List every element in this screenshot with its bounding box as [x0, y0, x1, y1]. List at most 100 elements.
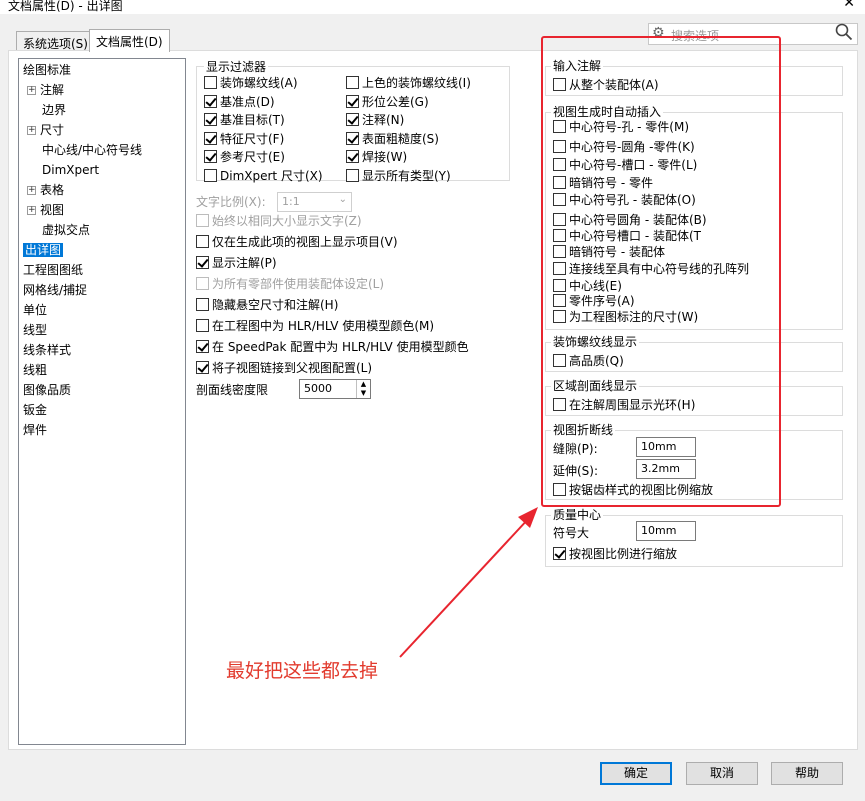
checkbox-box[interactable]: [204, 76, 217, 89]
tree-item[interactable]: 边界: [29, 101, 66, 119]
tree-item[interactable]: 图像品质: [23, 381, 71, 399]
category-tree[interactable]: 绘图标准 + 注解 边界 + 尺寸 中心线/中心符号线 DimXpert + 表格 + 视图 虚拟交点出…: [18, 58, 186, 745]
filter-checkbox[interactable]: 基准点(D): [204, 94, 275, 110]
tree-item[interactable]: 线型: [23, 321, 47, 339]
auto-insert-checkbox[interactable]: 中心线(E): [553, 278, 622, 294]
checkbox-box[interactable]: [553, 294, 566, 307]
tree-item[interactable]: + 表格: [27, 181, 64, 199]
checkbox-box[interactable]: [346, 76, 359, 89]
option-checkbox[interactable]: 隐藏悬空尺寸和注解(H): [196, 297, 338, 313]
checkbox-box[interactable]: [204, 150, 217, 163]
ok-button[interactable]: 确定: [600, 762, 672, 785]
tab-document-properties[interactable]: 文档属性(D): [89, 29, 170, 52]
tree-item[interactable]: 钣金: [23, 401, 47, 419]
tree-item[interactable]: 线条样式: [23, 341, 71, 359]
checkbox-box[interactable]: [204, 94, 217, 108]
tree-item[interactable]: 虚拟交点: [29, 221, 90, 239]
checkbox-box[interactable]: [553, 213, 566, 226]
option-checkbox[interactable]: 显示注解(P): [196, 255, 277, 271]
checkbox-box[interactable]: [553, 140, 566, 153]
tree-item[interactable]: 网格线/捕捉: [23, 281, 87, 299]
checkbox-box[interactable]: [553, 354, 566, 367]
option-checkbox[interactable]: 为所有零部件使用装配体设定(L): [196, 276, 384, 292]
auto-insert-checkbox[interactable]: 中心符号槽口 - 装配体(T: [553, 228, 701, 244]
auto-insert-checkbox[interactable]: 为工程图标注的尺寸(W): [553, 309, 698, 325]
option-checkbox[interactable]: 在工程图中为 HLR/HLV 使用模型颜色(M): [196, 318, 434, 334]
import-assembly-checkbox[interactable]: 从整个装配体(A): [553, 77, 659, 93]
option-checkbox[interactable]: 仅在生成此项的视图上显示项目(V): [196, 234, 398, 250]
tree-item[interactable]: 线粗: [23, 361, 47, 379]
option-checkbox[interactable]: 在 SpeedPak 配置中为 HLR/HLV 使用模型颜色: [196, 339, 469, 355]
search-icon[interactable]: [835, 23, 853, 41]
checkbox-box[interactable]: [196, 214, 209, 227]
checkbox-box[interactable]: [553, 176, 566, 189]
mass-size-input[interactable]: 10mm: [636, 521, 696, 541]
checkbox-box[interactable]: [196, 256, 209, 269]
checkbox-box[interactable]: [196, 298, 209, 311]
auto-insert-checkbox[interactable]: 中心符号圆角 - 装配体(B): [553, 212, 707, 228]
filter-checkbox[interactable]: DimXpert 尺寸(X): [204, 168, 323, 184]
auto-insert-checkbox[interactable]: 中心符号-圆角 -零件(K): [553, 139, 695, 155]
halo-checkbox[interactable]: 在注解周围显示光环(H): [553, 397, 695, 413]
checkbox-box[interactable]: [553, 547, 566, 560]
filter-checkbox[interactable]: 显示所有类型(Y): [346, 168, 451, 184]
option-checkbox[interactable]: 将子视图链接到父视图配置(L): [196, 360, 372, 376]
filter-checkbox[interactable]: 装饰螺纹线(A): [204, 75, 298, 91]
checkbox-box[interactable]: [553, 193, 566, 206]
hatch-density-input[interactable]: 5000 ▲ ▼: [299, 379, 371, 399]
filter-checkbox[interactable]: 参考尺寸(E): [204, 149, 285, 165]
checkbox-box[interactable]: [196, 277, 209, 290]
checkbox-box[interactable]: [346, 94, 359, 108]
checkbox-box[interactable]: [553, 229, 566, 242]
filter-checkbox[interactable]: 特征尺寸(F): [204, 131, 284, 147]
tab-system-options[interactable]: 系统选项(S): [16, 31, 95, 52]
tree-item[interactable]: + 视图: [27, 201, 64, 219]
checkbox-box[interactable]: [553, 310, 566, 323]
tree-item[interactable]: 出详图: [23, 241, 64, 259]
checkbox-box[interactable]: [553, 398, 566, 411]
expand-icon[interactable]: +: [27, 86, 36, 95]
checkbox-box[interactable]: [553, 245, 566, 258]
expand-icon[interactable]: +: [27, 126, 36, 135]
tree-item[interactable]: + 注解: [27, 81, 64, 99]
zigzag-scale-checkbox[interactable]: 按锯齿样式的视图比例缩放: [553, 482, 713, 498]
auto-insert-checkbox[interactable]: 零件序号(A): [553, 293, 635, 309]
expand-icon[interactable]: +: [27, 206, 36, 215]
expand-icon[interactable]: +: [27, 186, 36, 195]
checkbox-box[interactable]: [196, 340, 209, 353]
help-button[interactable]: 帮助: [771, 762, 843, 785]
tree-item[interactable]: 焊件: [23, 421, 47, 439]
filter-checkbox[interactable]: 表面粗糙度(S): [346, 131, 439, 147]
cancel-button[interactable]: 取消: [686, 762, 758, 785]
auto-insert-checkbox[interactable]: 暗销符号 - 装配体: [553, 244, 665, 260]
auto-insert-checkbox[interactable]: 中心符号孔 - 装配体(O): [553, 192, 696, 208]
checkbox-box[interactable]: [204, 131, 217, 145]
filter-checkbox[interactable]: 基准目标(T): [204, 112, 285, 128]
tree-item[interactable]: + 尺寸: [27, 121, 64, 139]
mass-scale-checkbox[interactable]: 按视图比例进行缩放: [553, 546, 677, 562]
tree-item[interactable]: 中心线/中心符号线: [29, 141, 142, 159]
close-icon[interactable]: ✕: [843, 0, 855, 11]
checkbox-box[interactable]: [553, 279, 566, 292]
checkbox-box[interactable]: [196, 361, 209, 374]
checkbox-box[interactable]: [346, 113, 359, 126]
tree-item[interactable]: 绘图标准: [23, 61, 71, 79]
checkbox-box[interactable]: [346, 168, 359, 182]
auto-insert-checkbox[interactable]: 暗销符号 - 零件: [553, 175, 653, 191]
checkbox-box[interactable]: [346, 131, 359, 145]
checkbox-box[interactable]: [553, 120, 566, 133]
option-checkbox[interactable]: 始终以相同大小显示文字(Z): [196, 213, 362, 229]
tree-item[interactable]: 工程图图纸: [23, 261, 83, 279]
checkbox-box[interactable]: [553, 158, 566, 171]
filter-checkbox[interactable]: 上色的装饰螺纹线(I): [346, 75, 471, 91]
auto-insert-checkbox[interactable]: 中心符号-槽口 - 零件(L): [553, 157, 697, 173]
high-quality-checkbox[interactable]: 高品质(Q): [553, 353, 624, 369]
spinner-icon[interactable]: ▲ ▼: [356, 380, 370, 398]
filter-checkbox[interactable]: 焊接(W): [346, 149, 407, 165]
checkbox-box[interactable]: [196, 235, 209, 248]
checkbox-box[interactable]: [553, 483, 566, 496]
checkbox-box[interactable]: [553, 262, 566, 275]
checkbox-box[interactable]: [553, 78, 566, 91]
filter-checkbox[interactable]: 形位公差(G): [346, 94, 429, 110]
auto-insert-checkbox[interactable]: 连接线至具有中心符号线的孔阵列: [553, 261, 749, 277]
